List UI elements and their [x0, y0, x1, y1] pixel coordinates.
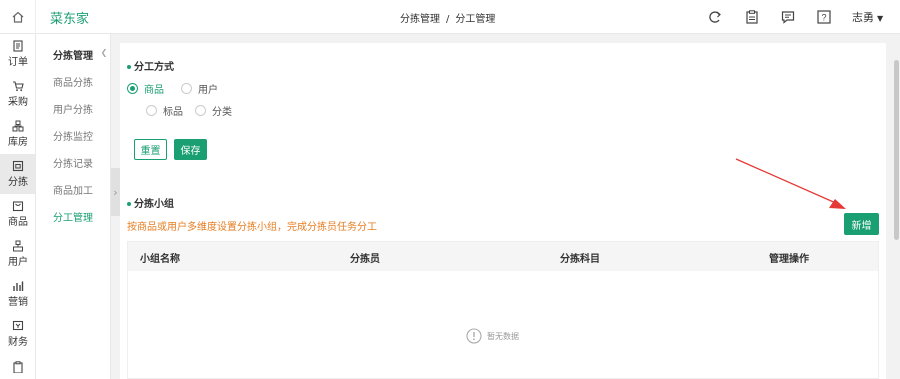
groups-hint: 按商品或用户多维度设置分拣小组，完成分拣员任务分工 — [127, 222, 377, 233]
collapse-sidebar-button[interactable]: ❮ — [99, 44, 109, 60]
nav-item-purchase[interactable]: 采购 — [0, 74, 36, 114]
empty-text: 暂无数据 — [487, 331, 519, 341]
message-icon — [781, 11, 795, 24]
radio-circle — [146, 105, 157, 116]
nav-item-label: 用户 — [8, 257, 28, 268]
subnav-title: 分拣管理 — [53, 51, 93, 62]
section-title-groups: 分拣小组 — [127, 195, 174, 210]
main-panel: 分工方式 商品 用户 标品 分类 重置 保存 分拣小组 按商品或用户多维度设置分… — [120, 43, 886, 379]
radio-standard[interactable]: 标品 — [146, 103, 183, 118]
breadcrumb-separator: / — [446, 14, 450, 25]
home-icon — [12, 11, 23, 23]
column-header-actions[interactable]: 管理操作 — [769, 250, 809, 265]
warehouse-icon — [12, 120, 24, 132]
clipboard-button[interactable] — [742, 7, 762, 27]
groups-table: 小组名称 分拣员 分拣科目 管理操作 暂无数据 — [127, 241, 879, 379]
bullet-dot — [127, 202, 131, 206]
nav-item-label: 财务 — [8, 337, 28, 348]
subnav-item[interactable]: 商品加工 — [53, 182, 93, 197]
breadcrumb-item-current: 分工管理 — [455, 14, 496, 25]
radio-circle — [195, 105, 206, 116]
radio-circle — [181, 83, 192, 94]
home-button[interactable] — [0, 0, 36, 34]
sort-icon — [12, 160, 24, 172]
breadcrumb-item[interactable]: 分拣管理 — [400, 14, 440, 25]
bullet-dot — [127, 65, 131, 69]
subnav-item[interactable]: 商品分拣 — [53, 74, 93, 89]
chevron-left-icon: ❮ — [100, 47, 108, 57]
help-button[interactable]: ? — [814, 7, 834, 27]
save-button[interactable]: 保存 — [174, 139, 207, 160]
reset-button[interactable]: 重置 — [134, 139, 167, 160]
nav-item-marketing[interactable]: 营销 — [0, 274, 36, 314]
nav-item-label: 采购 — [8, 97, 28, 108]
nav-item-warehouse[interactable]: 库房 — [0, 114, 36, 154]
refresh-button[interactable] — [705, 7, 725, 27]
subnav-item[interactable]: 用户分拣 — [53, 101, 93, 116]
subnav-item-active[interactable]: 分工管理 — [53, 209, 93, 224]
chevron-down-icon: ▼ — [877, 14, 884, 23]
subnav-item[interactable]: 分拣监控 — [53, 128, 93, 143]
radio-product[interactable]: 商品 — [127, 81, 164, 96]
nav-item-label: 营销 — [8, 297, 28, 308]
expand-handle[interactable]: › — [111, 168, 120, 216]
table-header: 小组名称 分拣员 分拣科目 管理操作 — [128, 242, 878, 271]
product-icon — [12, 201, 24, 212]
secondary-sidebar: 分拣管理 商品分拣 用户分拣 分拣监控 分拣记录 商品加工 分工管理 — [36, 34, 111, 379]
help-icon: ? — [817, 10, 831, 24]
column-header-subject[interactable]: 分拣科目 — [560, 250, 600, 265]
radio-circle — [127, 83, 138, 94]
clipboard-icon — [746, 10, 758, 24]
radio-category[interactable]: 分类 — [195, 103, 232, 118]
chevron-right-icon: › — [113, 185, 118, 199]
message-button[interactable] — [778, 7, 798, 27]
report-icon — [13, 360, 23, 373]
marketing-icon — [13, 281, 24, 291]
cart-icon — [13, 81, 24, 92]
user-menu[interactable]: 志勇 ▼ — [852, 9, 883, 25]
user-icon — [13, 240, 23, 252]
empty-state: 暂无数据 — [466, 328, 519, 344]
refresh-icon — [709, 11, 721, 23]
nav-item-label: 库房 — [8, 137, 28, 148]
radio-user[interactable]: 用户 — [181, 81, 218, 96]
user-name: 志勇 — [852, 11, 874, 24]
breadcrumb: 分拣管理 / 分工管理 — [400, 10, 495, 25]
column-header-group-name[interactable]: 小组名称 — [140, 250, 180, 265]
subnav-item[interactable]: 分拣记录 — [53, 155, 93, 170]
primary-sidebar: 订单 采购 库房 分拣 商品 用户 营销 财务 — [0, 34, 36, 379]
nav-item-finance[interactable]: 财务 — [0, 314, 36, 354]
section-title-division: 分工方式 — [127, 58, 174, 73]
order-icon — [13, 40, 23, 52]
nav-item-product[interactable]: 商品 — [0, 194, 36, 234]
scrollbar-thumb[interactable] — [894, 60, 899, 240]
svg-text:?: ? — [821, 13, 826, 23]
add-group-button[interactable]: 新增 — [844, 213, 879, 235]
nav-item-more[interactable] — [0, 354, 36, 379]
nav-item-label: 商品 — [8, 217, 28, 228]
column-header-sorter[interactable]: 分拣员 — [350, 250, 380, 265]
nav-item-order[interactable]: 订单 — [0, 34, 36, 74]
finance-icon — [12, 320, 24, 331]
info-icon — [466, 328, 482, 344]
nav-item-label: 订单 — [8, 57, 28, 68]
nav-item-sorting[interactable]: 分拣 — [0, 154, 36, 194]
top-header: 菜东家 分拣管理 / 分工管理 ? 志勇 ▼ — [0, 0, 900, 34]
nav-item-label: 分拣 — [8, 177, 28, 188]
nav-item-user[interactable]: 用户 — [0, 234, 36, 274]
brand-logo[interactable]: 菜东家 — [50, 8, 89, 27]
